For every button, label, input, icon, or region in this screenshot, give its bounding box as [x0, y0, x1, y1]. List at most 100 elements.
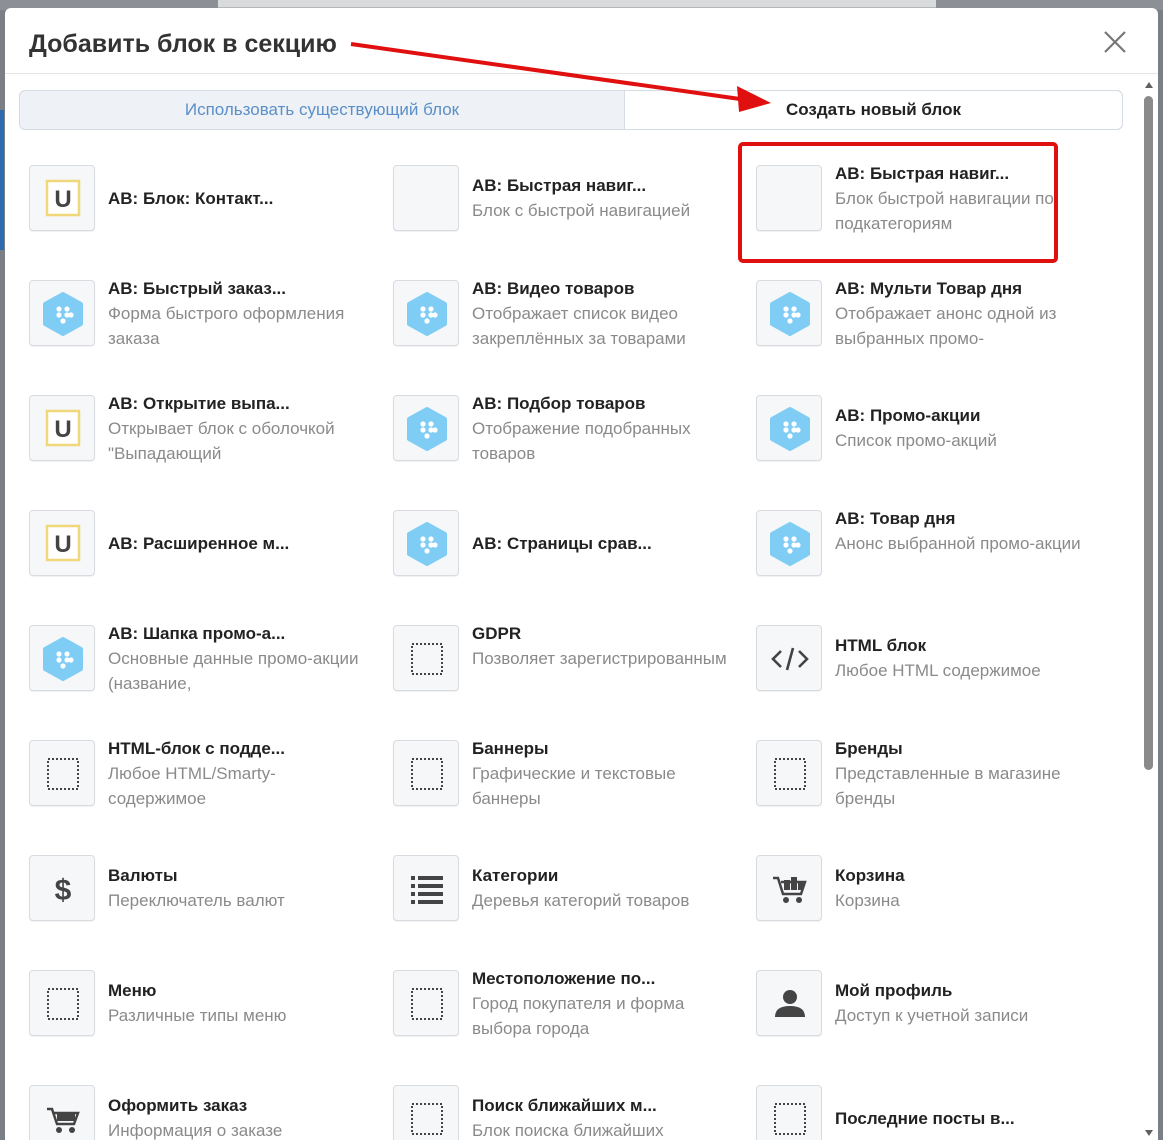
block-text: Валюты Переключатель валют	[108, 863, 370, 913]
block-item[interactable]: AB: Быстрый заказ... Форма быстрого оформ…	[29, 279, 369, 380]
tab-use-existing-block[interactable]: Использовать существующий блок	[20, 91, 624, 129]
block-item[interactable]: HTML блок Любое HTML содержимое	[756, 625, 1096, 725]
block-text: Корзина Корзина	[835, 863, 1097, 913]
block-item[interactable]: GDPR Позволяет зарегистрированным	[393, 624, 733, 725]
scroll-down-arrow[interactable]	[1145, 1130, 1153, 1136]
block-text: Местоположение по... Город покупателя и ф…	[472, 966, 734, 1041]
block-description: Блок с быстрой навигацией	[472, 201, 691, 220]
background-search-bar	[218, 0, 936, 8]
block-title: AB: Промо-акции	[835, 406, 981, 425]
scroll-up-arrow[interactable]	[1145, 82, 1153, 88]
block-description: Отображает анонс одной из выбранных пром…	[835, 304, 1057, 348]
block-item[interactable]: $ Валюты Переключатель валют	[29, 855, 369, 955]
block-text: Бренды Представленные в магазине бренды	[835, 736, 1097, 811]
dollar-icon: $	[29, 855, 95, 921]
block-item[interactable]: U AB: Блок: Контакт...	[29, 165, 369, 265]
block-item[interactable]: AB: Мульти Товар дня Отображает анонс одн…	[756, 279, 1096, 380]
block-text: Категории Деревья категорий товаров	[472, 863, 734, 913]
block-item[interactable]: Корзина Корзина	[756, 855, 1096, 955]
u-letter-icon: U	[29, 510, 95, 576]
block-item[interactable]: U AB: Открытие выпа... Открывает блок с об…	[29, 394, 369, 495]
dialog-scrollbar[interactable]	[1142, 80, 1156, 1140]
block-item[interactable]: AB: Быстрая навиг... Блок с быстрой навиг…	[393, 165, 733, 265]
block-title: AB: Подбор товаров	[472, 394, 646, 413]
block-title: AB: Открытие выпа...	[108, 394, 290, 413]
block-text: Последние посты в...	[835, 1106, 1097, 1131]
block-description: Доступ к учетной записи	[835, 1006, 1029, 1025]
block-description: Список промо-акций	[835, 431, 997, 450]
block-description: Информация о заказе	[108, 1121, 283, 1140]
block-title: HTML-блок с подде...	[108, 739, 285, 758]
block-description: Корзина	[835, 891, 900, 910]
user-icon	[756, 970, 822, 1036]
block-item[interactable]: HTML-блок с подде... Любое HTML/Smarty-со…	[29, 739, 369, 840]
hexagon-dots-icon	[29, 280, 95, 346]
block-title: Корзина	[835, 866, 905, 885]
block-title: Последние посты в...	[835, 1109, 1015, 1128]
block-item[interactable]: AB: Быстрая навиг... Блок быстрой навигац…	[756, 164, 1096, 265]
block-description: Блок поиска ближайших	[472, 1121, 664, 1140]
block-title: Поиск ближайших м...	[472, 1096, 657, 1115]
block-text: AB: Видео товаров Отображает список видео…	[472, 276, 734, 351]
block-text: AB: Расширенное м...	[108, 531, 370, 556]
scroll-thumb[interactable]	[1144, 96, 1153, 770]
block-description: Анонс выбранной промо-акции	[835, 534, 1081, 553]
block-source-tabs: Использовать существующий блок Создать н…	[19, 90, 1123, 130]
block-description: Город покупателя и форма выбора города	[472, 994, 685, 1038]
hexagon-dots-icon	[756, 395, 822, 461]
block-text: AB: Промо-акции Список промо-акций	[835, 403, 1097, 453]
block-text: Поиск ближайших м... Блок поиска ближайши…	[472, 1093, 734, 1140]
block-description: Блок быстрой навигации по подкатегориям	[835, 189, 1054, 233]
block-text: GDPR Позволяет зарегистрированным	[472, 621, 734, 671]
block-item[interactable]: AB: Товар дня Анонс выбранной промо-акции	[756, 509, 1096, 610]
block-item[interactable]: Оформить заказ Информация о заказе	[29, 1085, 369, 1140]
block-item[interactable]: U AB: Расширенное м...	[29, 510, 369, 610]
block-text: AB: Страницы срав...	[472, 531, 734, 556]
tab-create-new-block[interactable]: Создать новый блок	[624, 91, 1122, 129]
u-letter-icon: U	[29, 165, 95, 231]
svg-text:U: U	[54, 531, 71, 558]
block-item[interactable]: Последние посты в...	[756, 1085, 1096, 1140]
block-item[interactable]: Категории Деревья категорий товаров	[393, 855, 733, 955]
block-item[interactable]: Меню Различные типы меню	[29, 970, 369, 1070]
block-item[interactable]: AB: Видео товаров Отображает список видео…	[393, 279, 733, 380]
blank-icon	[393, 165, 459, 231]
dotted-square-icon	[29, 740, 95, 806]
block-title: HTML блок	[835, 636, 927, 655]
block-title: AB: Видео товаров	[472, 279, 635, 298]
block-title: Оформить заказ	[108, 1096, 248, 1115]
u-letter-icon: U	[29, 395, 95, 461]
block-title: AB: Товар дня	[835, 509, 956, 528]
block-title: Категории	[472, 866, 559, 885]
cart-icon	[29, 1085, 95, 1140]
block-item[interactable]: AB: Промо-акции Список промо-акций	[756, 395, 1096, 495]
hexagon-dots-icon	[393, 395, 459, 461]
block-text: HTML блок Любое HTML содержимое	[835, 633, 1097, 683]
block-item[interactable]: Поиск ближайших м... Блок поиска ближайши…	[393, 1085, 733, 1140]
block-description: Основные данные промо-акции (название,	[108, 649, 359, 693]
block-item[interactable]: AB: Шапка промо-а... Основные данные пром…	[29, 624, 369, 725]
block-item[interactable]: AB: Страницы срав...	[393, 510, 733, 610]
dotted-square-icon	[756, 1085, 822, 1140]
block-text: Мой профиль Доступ к учетной записи	[835, 978, 1097, 1028]
block-item[interactable]: AB: Подбор товаров Отображение подобранны…	[393, 394, 733, 495]
block-text: AB: Быстрая навиг... Блок быстрой навигац…	[835, 161, 1097, 236]
dotted-square-icon	[393, 625, 459, 691]
block-item[interactable]: Баннеры Графические и текстовые баннеры	[393, 739, 733, 840]
block-item[interactable]: Местоположение по... Город покупателя и ф…	[393, 969, 733, 1070]
close-button[interactable]	[1101, 28, 1129, 56]
dotted-square-icon	[756, 740, 822, 806]
dotted-square-icon	[29, 970, 95, 1036]
block-text: Баннеры Графические и текстовые баннеры	[472, 736, 734, 811]
hexagon-dots-icon	[393, 510, 459, 576]
block-description: Переключатель валют	[108, 891, 285, 910]
block-item[interactable]: Бренды Представленные в магазине бренды	[756, 739, 1096, 840]
code-icon	[756, 625, 822, 691]
svg-text:$: $	[55, 874, 72, 907]
block-description: Любое HTML/Smarty-содержимое	[108, 764, 276, 808]
block-item[interactable]: Мой профиль Доступ к учетной записи	[756, 970, 1096, 1070]
block-title: AB: Шапка промо-а...	[108, 624, 286, 643]
close-icon	[1104, 31, 1126, 53]
block-text: AB: Быстрый заказ... Форма быстрого оформ…	[108, 276, 370, 351]
svg-text:U: U	[54, 186, 71, 213]
